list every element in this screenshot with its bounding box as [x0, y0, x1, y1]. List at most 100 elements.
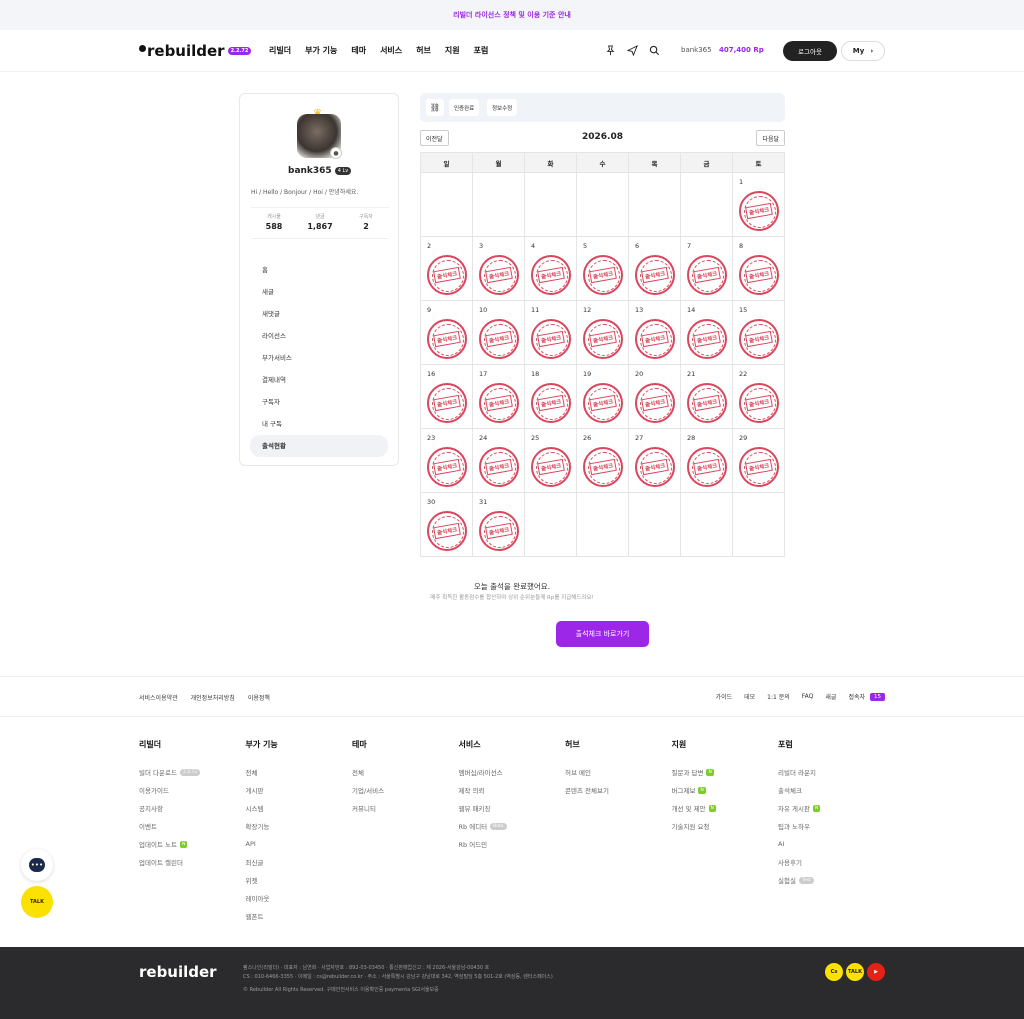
footer-link[interactable]: 콘텐츠 전체보기	[565, 781, 672, 799]
footer-link[interactable]: 웹폰트	[246, 907, 353, 925]
stat-comments[interactable]: 댓글 1,867	[297, 208, 343, 238]
demo-link[interactable]: 데모	[744, 692, 755, 701]
nav-item[interactable]: 허브	[416, 45, 431, 56]
calendar-day[interactable]: 4 출석체크	[524, 236, 577, 301]
footer-link[interactable]: 출석체크	[778, 781, 885, 799]
menu-item-attendance[interactable]: 출석현황	[250, 435, 388, 457]
menu-item-home[interactable]: 홈	[250, 259, 388, 281]
footer-column-title[interactable]: 부가 기능	[246, 739, 353, 750]
calendar-day[interactable]: 3 출석체크	[472, 236, 525, 301]
footer-column-title[interactable]: 지원	[672, 739, 779, 750]
menu-item-subscribers[interactable]: 구독자	[250, 391, 388, 413]
calendar-day[interactable]: 9 출석체크	[420, 300, 473, 365]
footer-column-title[interactable]: 포럼	[778, 739, 885, 750]
nav-item[interactable]: 리빌더	[269, 45, 291, 56]
footer-link[interactable]: 질문과 답변 N	[672, 763, 779, 781]
menu-item-new-comments[interactable]: 새댓글	[250, 303, 388, 325]
privacy-link[interactable]: 개인정보처리방침	[191, 693, 235, 702]
calendar-day[interactable]: 14 출석체크	[680, 300, 733, 365]
guide-link[interactable]: 가이드	[716, 692, 733, 701]
footer-column-title[interactable]: 테마	[352, 739, 459, 750]
edit-info-button[interactable]: 정보수정	[487, 99, 518, 116]
send-icon[interactable]	[626, 44, 638, 56]
terms-link[interactable]: 서비스이용약관	[139, 693, 178, 702]
next-month-button[interactable]: 다음달	[756, 130, 785, 146]
calendar-day[interactable]: 15 출석체크	[732, 300, 785, 365]
policy-link[interactable]: 이용정책	[248, 693, 270, 702]
pin-icon[interactable]	[604, 44, 616, 56]
menu-item-payments[interactable]: 결제내역	[250, 369, 388, 391]
chatbot-button[interactable]: •••	[21, 849, 53, 881]
footer-link[interactable]: 기업/서비스	[352, 781, 459, 799]
footer-link[interactable]: 이벤트	[139, 817, 246, 835]
calendar-day[interactable]: 1 출석체크	[732, 172, 785, 237]
menu-item-license[interactable]: 라이선스	[250, 325, 388, 347]
kakao-talk-button[interactable]: TALK	[21, 886, 53, 918]
calendar-day[interactable]: 24 출석체크	[472, 428, 525, 493]
nav-item[interactable]: 지원	[445, 45, 460, 56]
menu-item-addons[interactable]: 부가서비스	[250, 347, 388, 369]
logo[interactable]: rebuilder 2.2.72	[139, 42, 252, 60]
footer-link[interactable]: API	[246, 835, 353, 853]
stat-subscribers[interactable]: 구독자 2	[343, 208, 389, 238]
footer-link[interactable]: 사용후기	[778, 853, 885, 871]
footer-link[interactable]: 업데이트 노트 N	[139, 835, 246, 853]
footer-link[interactable]: 전체	[352, 763, 459, 781]
calendar-day[interactable]: 30 출석체크	[420, 492, 473, 557]
footer-column-title[interactable]: 서비스	[459, 739, 566, 750]
calendar-day[interactable]: 6 출석체크	[628, 236, 681, 301]
points[interactable]: 407,400 Rp	[719, 46, 764, 54]
footer-link[interactable]: 리빌더 라운지	[778, 763, 885, 781]
nav-item[interactable]: 서비스	[380, 45, 402, 56]
footer-link[interactable]: 버그제보 N	[672, 781, 779, 799]
calendar-day[interactable]: 28 출석체크	[680, 428, 733, 493]
footer-link[interactable]: 확장기능	[246, 817, 353, 835]
kakao-icon[interactable]: TALK	[846, 963, 864, 981]
calendar-day[interactable]: 16 출석체크	[420, 364, 473, 429]
calendar-day[interactable]: 18 출석체크	[524, 364, 577, 429]
nav-item[interactable]: 테마	[351, 45, 366, 56]
footer-link[interactable]: 공지사항	[139, 799, 246, 817]
faq-link[interactable]: FAQ	[802, 693, 814, 700]
calendar-day[interactable]: 11 출석체크	[524, 300, 577, 365]
footer-column-title[interactable]: 리빌더	[139, 739, 246, 750]
footer-link[interactable]: 게시판	[246, 781, 353, 799]
footer-link[interactable]: 전체	[246, 763, 353, 781]
footer-link[interactable]: 업데이트 캘린더	[139, 853, 246, 871]
notice-text[interactable]: 리빌더 라이선스 정책 및 이용 기준 안내	[453, 10, 571, 20]
footer-link[interactable]: 이용가이드	[139, 781, 246, 799]
calendar-day[interactable]: 2 출석체크	[420, 236, 473, 301]
nav-item[interactable]: 부가 기능	[305, 45, 337, 56]
footer-link[interactable]: 실험실 Test	[778, 871, 885, 889]
footer-column-title[interactable]: 허브	[565, 739, 672, 750]
stat-posts[interactable]: 게시물 588	[251, 208, 297, 238]
calendar-day[interactable]: 17 출석체크	[472, 364, 525, 429]
footer-logo[interactable]: rebuilder	[139, 963, 217, 981]
footer-link[interactable]: 시스템	[246, 799, 353, 817]
footer-link[interactable]: 멤버십/라이선스	[459, 763, 566, 781]
calendar-day[interactable]: 22 출석체크	[732, 364, 785, 429]
footer-link[interactable]: 빌더 다운로드 2.2.72	[139, 763, 246, 781]
calendar-day[interactable]: 19 출석체크	[576, 364, 629, 429]
calendar-day[interactable]: 21 출석체크	[680, 364, 733, 429]
username[interactable]: bank365	[681, 46, 712, 54]
footer-link[interactable]: AI	[778, 835, 885, 853]
link-icon[interactable]: ⛓	[426, 99, 444, 116]
footer-link[interactable]: 레이아웃	[246, 889, 353, 907]
calendar-day[interactable]: 25 출석체크	[524, 428, 577, 493]
search-icon[interactable]	[648, 44, 660, 56]
attendance-cta-button[interactable]: 출석체크 바로가기	[556, 621, 649, 647]
footer-link[interactable]: 최신글	[246, 853, 353, 871]
footer-link[interactable]: 허브 메인	[565, 763, 672, 781]
calendar-day[interactable]: 26 출석체크	[576, 428, 629, 493]
footer-link[interactable]: 커뮤니티	[352, 799, 459, 817]
calendar-day[interactable]: 23 출석체크	[420, 428, 473, 493]
verified-button[interactable]: 인증완료	[449, 99, 480, 116]
calendar-day[interactable]: 31 출석체크	[472, 492, 525, 557]
footer-link[interactable]: Rb 어드민	[459, 835, 566, 853]
online-link[interactable]: 접속자	[848, 692, 865, 701]
footer-link[interactable]: 웹뷰 패키징	[459, 799, 566, 817]
footer-link[interactable]: 자유 게시판 N	[778, 799, 885, 817]
camera-icon[interactable]: ●	[330, 147, 342, 159]
calendar-day[interactable]: 20 출석체크	[628, 364, 681, 429]
